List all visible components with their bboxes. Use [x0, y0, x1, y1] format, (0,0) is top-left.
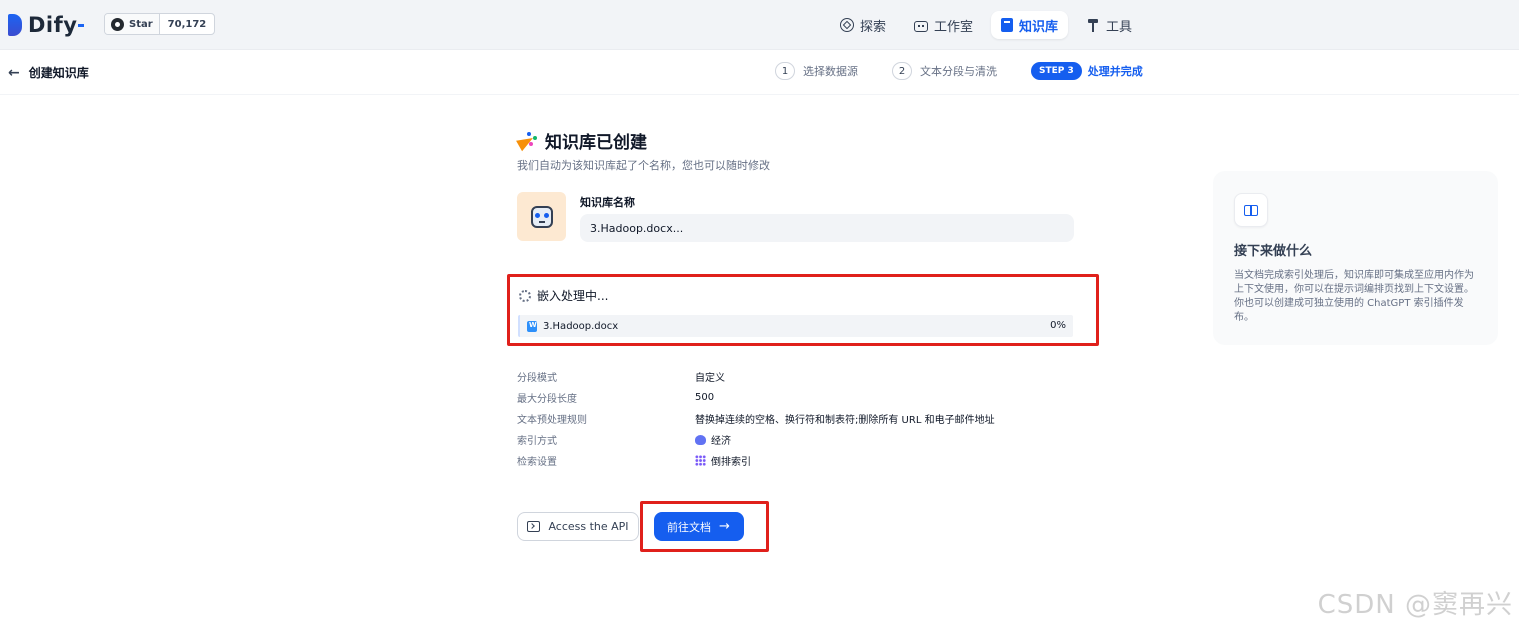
setting-value-wrap: 经济 — [695, 432, 731, 447]
dataset-name-label: 知识库名称 — [580, 196, 635, 209]
nav-tools-label: 工具 — [1106, 19, 1133, 35]
embedding-status-text: 嵌入处理中... — [537, 289, 609, 303]
main-nav: 探索 工作室 知识库 工具 — [830, 11, 1142, 39]
robot-icon — [914, 20, 929, 32]
nav-knowledge-label: 知识库 — [1019, 19, 1059, 35]
dataset-name-input[interactable] — [580, 214, 1074, 242]
setting-value: 替换掉连续的空格、换行符和制表符;删除所有 URL 和电子邮件地址 — [695, 415, 995, 426]
go-to-document-button[interactable]: 前往文档 → — [653, 512, 744, 541]
arrow-left-icon: ← — [8, 64, 20, 81]
step-2-number: 2 — [892, 62, 912, 80]
nav-explore-label: 探索 — [860, 19, 887, 35]
setting-key: 最大分段长度 — [517, 394, 577, 405]
access-api-button[interactable]: Access the API — [517, 512, 639, 541]
main-content: 知识库已创建 我们自动为该知识库起了个名称，您也可以随时修改 知识库名称 嵌入处… — [507, 128, 1099, 552]
access-api-label: Access the API — [548, 520, 629, 533]
file-progress-percent: 0% — [1050, 320, 1066, 331]
word-doc-icon — [527, 320, 537, 332]
action-buttons: Access the API 前往文档 → — [517, 501, 769, 552]
setting-row: 最大分段长度 500 — [517, 387, 1074, 408]
github-star-label: Star — [129, 18, 153, 30]
compass-icon — [840, 18, 854, 32]
logo-text: Dify — [28, 13, 78, 37]
setting-value: 自定义 — [695, 373, 725, 384]
processing-settings: 分段模式 自定义 最大分段长度 500 文本预处理规则 替换掉连续的空格、换行符… — [517, 366, 1074, 471]
page-title: 知识库已创建 — [517, 128, 1077, 153]
nav-studio-label: 工作室 — [934, 19, 974, 35]
card-icon-box — [1234, 193, 1268, 227]
dataset-name-block: 知识库名称 — [517, 192, 1074, 244]
robot-face-icon — [530, 205, 553, 228]
step-1-label: 选择数据源 — [803, 65, 858, 78]
top-navbar: Dify Star 70,172 探索 工作室 知识库 工具 — [0, 0, 1519, 50]
next-steps-card: 接下来做什么 当文档完成索引处理后，知识库即可集成至应用内作为上下文使用，你可以… — [1213, 171, 1498, 345]
setting-value: 倒排索引 — [711, 457, 751, 468]
github-star-count: 70,172 — [167, 18, 207, 30]
setting-value: 500 — [695, 392, 715, 403]
back-label: 创建知识库 — [28, 66, 89, 80]
embedding-status: 嵌入处理中... — [519, 287, 608, 304]
party-popper-icon — [517, 131, 539, 150]
terminal-icon — [527, 521, 541, 532]
page-subtitle: 我们自动为该知识库起了个名称，您也可以随时修改 — [517, 159, 770, 172]
setting-key: 检索设置 — [517, 457, 557, 468]
github-star-badge[interactable]: Star 70,172 — [104, 13, 216, 35]
setting-row: 分段模式 自定义 — [517, 366, 1074, 387]
open-book-icon — [1244, 204, 1258, 216]
setting-value: 经济 — [711, 436, 731, 447]
stepper: 1 选择数据源 2 文本分段与清洗 STEP 3 处理并完成 — [775, 62, 1177, 80]
github-star-button[interactable]: Star — [105, 14, 160, 34]
setting-key: 索引方式 — [517, 436, 557, 447]
card-title: 接下来做什么 — [1234, 244, 1313, 259]
loading-spinner-icon — [519, 289, 531, 302]
dify-logo[interactable]: Dify — [8, 13, 85, 37]
card-body: 当文档完成索引处理后，知识库即可集成至应用内作为上下文使用，你可以在提示词编排页… — [1234, 270, 1474, 323]
nav-explore[interactable]: 探索 — [830, 11, 896, 39]
step-1: 1 选择数据源 — [775, 62, 858, 80]
setting-key: 分段模式 — [517, 373, 557, 384]
step-2: 2 文本分段与清洗 — [892, 62, 997, 80]
dataset-avatar[interactable] — [517, 192, 566, 241]
step-3-label: 处理并完成 — [1087, 65, 1143, 78]
file-progress-row: 3.Hadoop.docx 0% — [518, 315, 1073, 337]
setting-row: 索引方式 经济 — [517, 429, 1074, 450]
go-to-document-label: 前往文档 — [667, 520, 712, 534]
book-icon — [1001, 18, 1014, 32]
file-name: 3.Hadoop.docx — [543, 320, 619, 332]
setting-key: 文本预处理规则 — [517, 415, 587, 426]
economy-icon — [695, 434, 706, 445]
arrow-right-icon: → — [719, 519, 730, 534]
watermark: CSDN @窦再兴 — [1317, 590, 1513, 620]
nav-studio[interactable]: 工作室 — [904, 11, 983, 39]
step-3-pill: STEP 3 — [1031, 62, 1082, 80]
github-icon — [111, 17, 124, 31]
inverted-index-icon — [695, 455, 706, 466]
hammer-icon — [1086, 18, 1100, 32]
go-to-document-highlight: 前往文档 → — [640, 501, 769, 552]
setting-row: 文本预处理规则 替换掉连续的空格、换行符和制表符;删除所有 URL 和电子邮件地… — [517, 408, 1074, 429]
embedding-progress-box: 嵌入处理中... 3.Hadoop.docx 0% — [507, 274, 1099, 346]
create-dataset-header: ← 创建知识库 1 选择数据源 2 文本分段与清洗 STEP 3 处理并完成 — [0, 50, 1519, 95]
logo-dot — [78, 23, 85, 27]
setting-value-wrap: 倒排索引 — [695, 453, 751, 468]
step-3: STEP 3 处理并完成 — [1031, 62, 1143, 80]
setting-row: 检索设置 倒排索引 — [517, 450, 1074, 471]
dify-logo-icon — [8, 14, 22, 36]
back-button[interactable]: ← 创建知识库 — [8, 64, 89, 81]
page-title-text: 知识库已创建 — [545, 133, 647, 153]
step-1-number: 1 — [775, 62, 795, 80]
nav-knowledge[interactable]: 知识库 — [991, 11, 1069, 39]
step-2-label: 文本分段与清洗 — [920, 65, 997, 78]
nav-tools[interactable]: 工具 — [1076, 11, 1142, 39]
